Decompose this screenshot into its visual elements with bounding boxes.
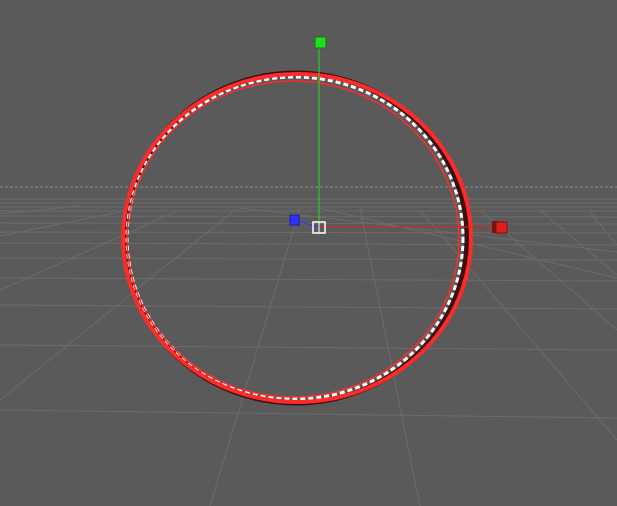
x-axis-handle[interactable]	[495, 221, 508, 234]
3d-viewport[interactable]	[0, 0, 617, 506]
y-axis-handle[interactable]	[314, 36, 327, 49]
viewport-canvas[interactable]	[0, 0, 617, 506]
z-axis-handle[interactable]	[289, 214, 300, 226]
